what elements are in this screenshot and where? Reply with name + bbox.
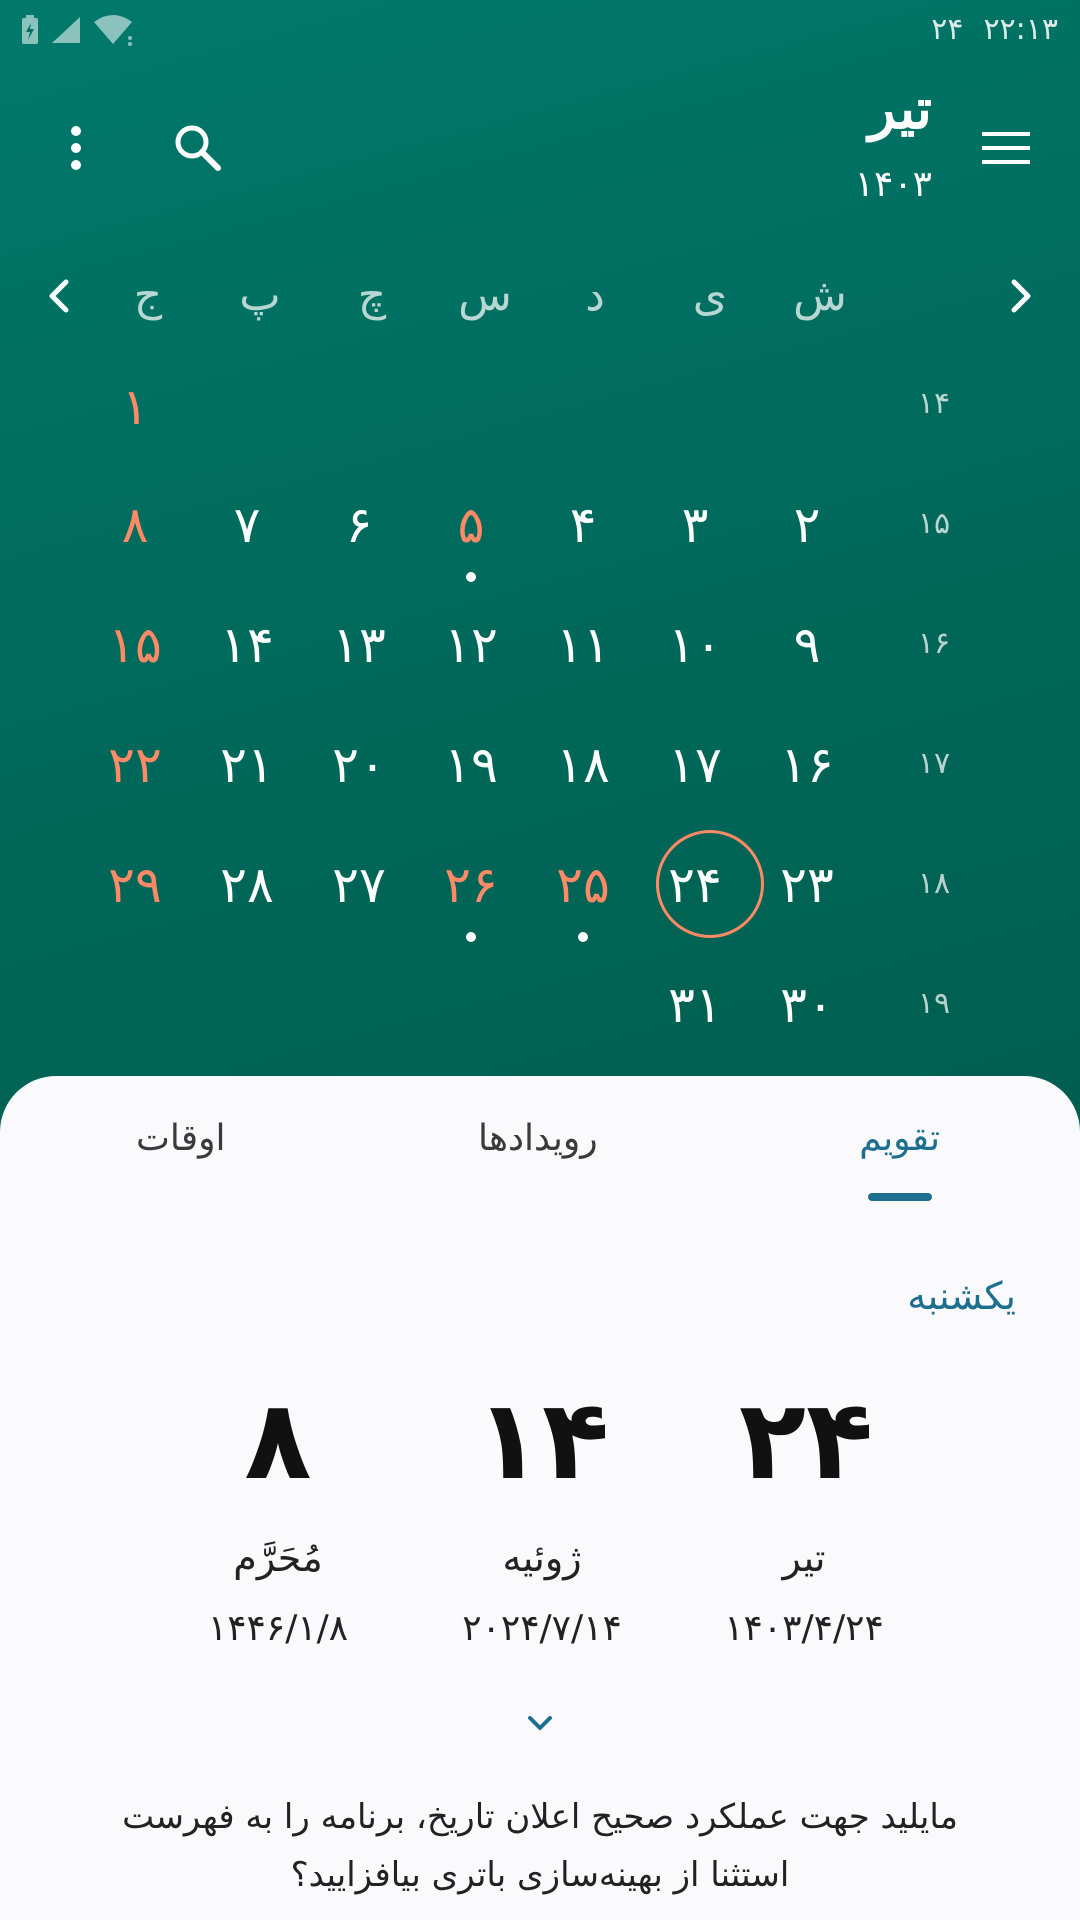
more-vert-icon (71, 126, 81, 170)
gregorian-full-date: ۲۰۲۴/۷/۱۴ (462, 1608, 622, 1649)
search-button[interactable] (166, 116, 230, 180)
calendar-header-area: ۲۴ ۲۲:۱۳ تیر ۱۴۰۳ ش ی د س چ پ ج ۱۴ ۱۵ ۱۶… (0, 0, 1080, 1120)
week-number: ۱۹ (917, 986, 951, 1021)
status-clock: ۲۴ ۲۲:۱۳ (931, 12, 1058, 47)
event-dot (466, 932, 476, 942)
calendar-day[interactable]: ۳۰ (762, 976, 852, 1034)
calendar-day[interactable]: ۱۰ (650, 616, 740, 674)
chevron-left-icon[interactable] (44, 276, 72, 316)
week-number: ۱۶ (917, 626, 951, 661)
tab-times[interactable]: اوقات (136, 1118, 225, 1159)
calendar-day[interactable]: ۲۹ (90, 856, 180, 914)
calendar-day[interactable]: ۲۵ (538, 856, 628, 914)
gregorian-day-number[interactable]: ۱۴ (432, 1376, 652, 1504)
calendar-day[interactable]: ۲۰ (314, 736, 404, 794)
event-dot (466, 572, 476, 582)
calendar-day[interactable]: ۵ (426, 496, 516, 554)
week-number: ۱۵ (917, 506, 951, 541)
islamic-month-name: مُحَرَّم (233, 1536, 323, 1580)
calendar-day[interactable]: ۲۱ (202, 736, 292, 794)
battery-optimization-notice: مایلید جهت عملکرد صحیح اعلان تاریخ، برنا… (122, 1797, 958, 1895)
weekday-header: د (585, 270, 605, 321)
calendar-day[interactable]: ۱۵ (90, 616, 180, 674)
day-details-sheet: تقویم رویدادها اوقات یکشنبه ۲۴ ۱۴ ۸ تیر … (0, 1076, 1080, 1920)
more-options-button[interactable] (48, 116, 104, 180)
chevron-right-icon[interactable] (1008, 276, 1036, 316)
calendar-day[interactable]: ۱ (90, 378, 180, 436)
year-title[interactable]: ۱۴۰۳ (855, 164, 932, 205)
calendar-day[interactable]: ۶ (314, 496, 404, 554)
tab-events[interactable]: رویدادها (478, 1118, 598, 1159)
calendar-day[interactable]: ۱۸ (538, 736, 628, 794)
calendar-day[interactable]: ۲۸ (202, 856, 292, 914)
calendar-day[interactable]: ۱۷ (650, 736, 740, 794)
calendar-day[interactable]: ۱۴ (202, 616, 292, 674)
selected-weekday: یکشنبه (907, 1274, 1016, 1318)
event-dot (578, 932, 588, 942)
weekday-header: پ (239, 270, 281, 321)
active-tab-indicator (868, 1193, 932, 1201)
calendar-day[interactable]: ۹ (762, 616, 852, 674)
wifi-icon (94, 15, 132, 46)
status-time: ۲۲:۱۳ (983, 12, 1058, 47)
calendar-day[interactable]: ۳ (650, 496, 740, 554)
search-icon (175, 125, 221, 171)
calendar-day[interactable]: ۱۱ (538, 616, 628, 674)
chevron-down-icon[interactable] (522, 1712, 558, 1736)
status-icons (20, 14, 134, 46)
calendar-day[interactable]: ۲ (762, 496, 852, 554)
calendar-day[interactable]: ۲۳ (762, 856, 852, 914)
calendar-day[interactable]: ۱۲ (426, 616, 516, 674)
calendar-day[interactable]: ۸ (90, 496, 180, 554)
islamic-day-number[interactable]: ۸ (168, 1376, 388, 1504)
status-bar: ۲۴ ۲۲:۱۳ (0, 0, 1080, 62)
persian-day-number[interactable]: ۲۴ (696, 1376, 916, 1504)
calendar-day[interactable]: ۲۶ (426, 856, 516, 914)
weekday-header: ج (133, 270, 163, 321)
week-number: ۱۴ (917, 386, 951, 421)
gregorian-month-name: ژوئیه (502, 1536, 582, 1580)
calendar-day[interactable]: ۱۶ (762, 736, 852, 794)
calendar-day[interactable]: ۳۱ (650, 976, 740, 1034)
calendar-day[interactable]: ۱۹ (426, 736, 516, 794)
calendar-day[interactable]: ۴ (538, 496, 628, 554)
calendar-day[interactable]: ۲۷ (314, 856, 404, 914)
calendar-day[interactable]: ۲۲ (90, 736, 180, 794)
tab-calendar[interactable]: تقویم (859, 1118, 940, 1159)
status-extra: ۲۴ (931, 12, 964, 47)
calendar-day[interactable]: ۱۳ (314, 616, 404, 674)
cell-signal-icon (52, 17, 80, 43)
weekday-header: س (458, 270, 512, 321)
menu-icon (982, 132, 1030, 164)
week-number: ۱۸ (917, 866, 951, 901)
persian-full-date: ۱۴۰۳/۴/۲۴ (724, 1608, 884, 1649)
islamic-full-date: ۱۴۴۶/۱/۸ (207, 1608, 349, 1649)
weekday-header: ی (692, 270, 728, 321)
persian-month-name: تیر (782, 1536, 826, 1580)
calendar-day[interactable]: ۲۴ (650, 856, 740, 914)
calendar-day[interactable]: ۷ (202, 496, 292, 554)
week-number: ۱۷ (917, 746, 951, 781)
weekday-header: چ (357, 270, 387, 321)
weekday-header: ش (793, 270, 847, 321)
battery-charging-icon (22, 15, 38, 44)
month-title[interactable]: تیر (869, 76, 932, 142)
menu-button[interactable] (978, 120, 1034, 176)
